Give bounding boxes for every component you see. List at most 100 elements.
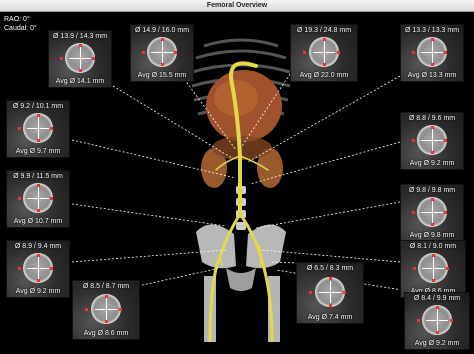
crosshair-icon xyxy=(319,280,341,303)
caliper-endpoint-marker[interactable] xyxy=(18,126,22,130)
caliper-endpoint-marker[interactable] xyxy=(430,223,434,227)
caliper-endpoint-marker[interactable] xyxy=(36,139,40,143)
cross-section-tile[interactable]: Ø 13.3 / 13.3 mm Avg Ø 13.3 mm xyxy=(400,24,464,82)
cross-section-tile[interactable]: Ø 8.5 / 8.7 mm Avg Ø 8.6 mm xyxy=(72,280,140,340)
average-diameter-readout: Avg Ø 9.2 mm xyxy=(409,160,455,167)
cross-section-tile[interactable]: Ø 14.9 / 16.0 mm Avg Ø 15.5 mm xyxy=(130,24,194,82)
average-diameter-readout: Avg Ø 9.8 mm xyxy=(409,232,455,239)
average-diameter-readout: Avg Ø 8.6 mm xyxy=(83,330,129,337)
crosshair-icon xyxy=(151,40,173,63)
diameter-readout: Ø 6.5 / 8.3 mm xyxy=(306,265,354,272)
caudal-angle: Caudal: 0° xyxy=(4,25,37,32)
caliper-endpoint-marker[interactable] xyxy=(416,318,420,322)
crosshair-icon xyxy=(69,46,91,69)
caliper-endpoint-marker[interactable] xyxy=(50,126,54,130)
caliper-endpoint-marker[interactable] xyxy=(84,307,88,311)
average-diameter-readout: Avg Ø 9.2 mm xyxy=(15,288,61,295)
caliper-endpoint-marker[interactable] xyxy=(50,266,54,270)
average-diameter-readout: Avg Ø 15.5 mm xyxy=(137,72,187,79)
caliper-endpoint-marker[interactable] xyxy=(119,307,123,311)
caliper-endpoint-marker[interactable] xyxy=(36,279,40,283)
crosshair-icon xyxy=(421,40,443,63)
caliper-endpoint-marker[interactable] xyxy=(412,50,416,54)
caliper-endpoint-marker[interactable] xyxy=(430,38,434,42)
caliper-endpoint-marker[interactable] xyxy=(430,151,434,155)
caliper-endpoint-marker[interactable] xyxy=(449,318,453,322)
diameter-readout: Ø 9.8 / 9.8 mm xyxy=(408,187,456,194)
caliper-endpoint-marker[interactable] xyxy=(18,196,22,200)
window-titlebar: Femoral Overview xyxy=(0,0,474,12)
diameter-readout: Ø 9.2 / 10.1 mm xyxy=(12,103,64,110)
caliper-endpoint-marker[interactable] xyxy=(36,254,40,258)
caliper-endpoint-marker[interactable] xyxy=(36,209,40,213)
average-diameter-readout: Avg Ø 9.7 mm xyxy=(15,148,61,155)
cross-section-tile[interactable]: Ø 9.8 / 9.8 mm Avg Ø 9.8 mm xyxy=(400,184,464,242)
caliper-endpoint-marker[interactable] xyxy=(328,303,332,307)
crosshair-icon xyxy=(313,40,335,63)
average-diameter-readout: Avg Ø 22.0 mm xyxy=(299,72,349,79)
rao-angle: RAO: 0° xyxy=(4,16,30,23)
caliper-endpoint-marker[interactable] xyxy=(60,56,64,60)
cross-section-tile[interactable]: Ø 8.1 / 9.0 mm Avg Ø 8.6 mm xyxy=(400,240,466,298)
crosshair-icon xyxy=(27,256,49,279)
diameter-readout: Ø 8.8 / 9.6 mm xyxy=(408,115,456,122)
cross-section-tile[interactable]: Ø 9.2 / 10.1 mm Avg Ø 9.7 mm xyxy=(6,100,70,158)
diameter-readout: Ø 8.5 / 8.7 mm xyxy=(82,283,130,290)
diameter-readout: Ø 9.9 / 11.5 mm xyxy=(13,173,63,180)
caliper-endpoint-marker[interactable] xyxy=(160,63,164,67)
caliper-endpoint-marker[interactable] xyxy=(322,63,326,67)
caliper-endpoint-marker[interactable] xyxy=(445,266,449,270)
caliper-endpoint-marker[interactable] xyxy=(337,50,341,54)
vascular-3d-rendering[interactable] xyxy=(186,36,296,342)
cross-section-tile[interactable]: Ø 8.4 / 9.9 mm Avg Ø 9.2 mm xyxy=(404,292,470,350)
caliper-endpoint-marker[interactable] xyxy=(104,320,108,324)
cross-section-tile[interactable]: Ø 6.5 / 8.3 mm Avg Ø 7.4 mm xyxy=(296,262,364,324)
caliper-endpoint-marker[interactable] xyxy=(430,126,434,130)
caliper-endpoint-marker[interactable] xyxy=(412,266,416,270)
caliper-endpoint-marker[interactable] xyxy=(78,69,82,73)
caliper-endpoint-marker[interactable] xyxy=(160,38,164,42)
caliper-endpoint-marker[interactable] xyxy=(328,277,332,281)
cross-section-tile[interactable]: Ø 9.9 / 11.5 mm Avg Ø 10.7 mm xyxy=(6,170,70,228)
average-diameter-readout: Avg Ø 9.2 mm xyxy=(414,340,460,347)
caliper-endpoint-marker[interactable] xyxy=(431,254,435,258)
caliper-endpoint-marker[interactable] xyxy=(430,198,434,202)
cross-section-tile[interactable]: Ø 19.3 / 24.8 mm Avg Ø 22.0 mm xyxy=(290,24,358,82)
orientation-readout: RAO: 0° Caudal: 0° xyxy=(4,15,37,33)
crosshair-icon xyxy=(95,297,117,320)
caliper-endpoint-marker[interactable] xyxy=(343,290,347,294)
cross-section-tile[interactable]: Ø 8.9 / 9.4 mm Avg Ø 9.2 mm xyxy=(6,240,70,298)
caliper-endpoint-marker[interactable] xyxy=(78,44,82,48)
caliper-endpoint-marker[interactable] xyxy=(435,306,439,310)
crosshair-icon xyxy=(421,128,443,151)
caliper-endpoint-marker[interactable] xyxy=(308,290,312,294)
caliper-endpoint-marker[interactable] xyxy=(444,50,448,54)
caliper-endpoint-marker[interactable] xyxy=(92,56,96,60)
caliper-endpoint-marker[interactable] xyxy=(50,196,54,200)
caliper-endpoint-marker[interactable] xyxy=(18,266,22,270)
crosshair-icon xyxy=(426,308,448,331)
caliper-endpoint-marker[interactable] xyxy=(412,138,416,142)
diameter-readout: Ø 14.9 / 16.0 mm xyxy=(134,27,190,34)
caliper-endpoint-marker[interactable] xyxy=(174,50,178,54)
average-diameter-readout: Avg Ø 13.3 mm xyxy=(407,72,457,79)
caliper-endpoint-marker[interactable] xyxy=(444,138,448,142)
caliper-endpoint-marker[interactable] xyxy=(444,210,448,214)
caliper-endpoint-marker[interactable] xyxy=(36,184,40,188)
diameter-readout: Ø 19.3 / 24.8 mm xyxy=(296,27,352,34)
caliper-endpoint-marker[interactable] xyxy=(142,50,146,54)
window-title: Femoral Overview xyxy=(206,2,268,9)
cross-section-tile[interactable]: Ø 13.9 / 14.3 mm Avg Ø 14.1 mm xyxy=(48,30,112,88)
caliper-endpoint-marker[interactable] xyxy=(302,50,306,54)
cross-section-tile[interactable]: Ø 8.8 / 9.6 mm Avg Ø 9.2 mm xyxy=(400,112,464,170)
caliper-endpoint-marker[interactable] xyxy=(322,38,326,42)
caliper-endpoint-marker[interactable] xyxy=(412,210,416,214)
caliper-endpoint-marker[interactable] xyxy=(431,279,435,283)
diameter-readout: Ø 8.1 / 9.0 mm xyxy=(409,243,457,250)
diameter-readout: Ø 13.9 / 14.3 mm xyxy=(52,33,108,40)
caliper-endpoint-marker[interactable] xyxy=(36,114,40,118)
caliper-endpoint-marker[interactable] xyxy=(435,331,439,335)
crosshair-icon xyxy=(27,116,49,139)
caliper-endpoint-marker[interactable] xyxy=(104,294,108,298)
caliper-endpoint-marker[interactable] xyxy=(430,63,434,67)
